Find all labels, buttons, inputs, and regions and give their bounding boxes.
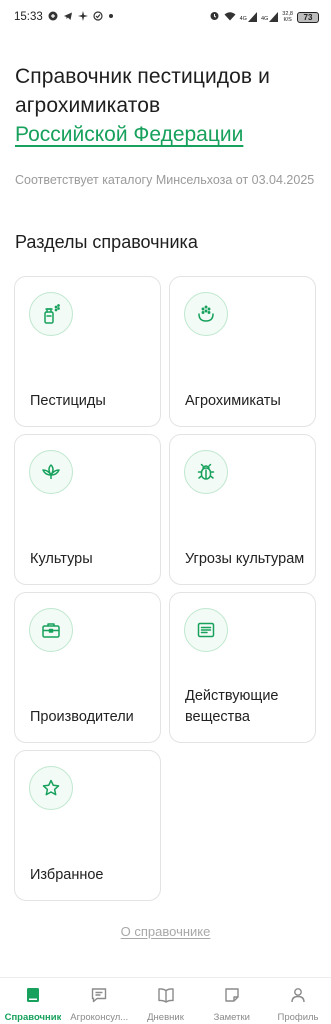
nav-item-profile[interactable]: Профиль xyxy=(265,978,331,1024)
section-card-active-substances[interactable]: Действующие вещества xyxy=(169,592,316,743)
signal-2-icon: 4G xyxy=(260,12,279,22)
bug-icon xyxy=(184,450,228,494)
nav-label: Заметки xyxy=(213,1012,250,1023)
network-speed: 32,8 К/S xyxy=(282,11,293,23)
nav-label: Дневник xyxy=(147,1012,184,1023)
sections-title: Разделы справочника xyxy=(15,232,198,252)
section-card-label: Производители xyxy=(30,709,134,725)
fertilizer-icon xyxy=(184,292,228,336)
nav-item-reference[interactable]: Справочник xyxy=(0,978,66,1024)
note-icon xyxy=(223,986,241,1009)
battery-icon: 73 xyxy=(297,11,319,23)
document-icon xyxy=(184,608,228,652)
nav-label: Справочник xyxy=(4,1012,62,1023)
star-icon xyxy=(29,766,73,810)
section-card-label: Культуры xyxy=(30,551,93,567)
chat-icon xyxy=(90,986,108,1009)
section-card-label: Угрозы культурам xyxy=(185,551,305,567)
bottom-nav: Справочник Агроконсул... Дневник Заметки… xyxy=(0,977,331,1024)
spray-bottle-icon xyxy=(29,292,73,336)
check-circle-icon xyxy=(93,10,103,24)
sparkle-icon xyxy=(77,10,88,24)
speed-unit: К/S xyxy=(283,17,292,23)
signal-1-icon: 4G xyxy=(240,12,257,22)
alarm-icon xyxy=(209,10,220,24)
section-card-label: Избранное xyxy=(30,867,104,883)
wifi-icon xyxy=(224,11,236,24)
page-title-accent: Российской Федерации xyxy=(15,123,244,146)
nav-label: Профиль xyxy=(277,1012,319,1023)
status-left: 15:33 xyxy=(14,10,114,24)
status-time: 15:33 xyxy=(14,11,43,23)
book-icon xyxy=(24,986,42,1009)
section-card-manufacturers[interactable]: Производители xyxy=(14,592,161,743)
nav-item-agroconsultant[interactable]: Агроконсул... xyxy=(66,978,132,1024)
about-link[interactable]: О справочнике xyxy=(0,924,331,939)
page-header: Справочник пестицидов и агрохимикатов Ро… xyxy=(15,62,320,189)
section-card-agrochemicals[interactable]: Агрохимикаты xyxy=(169,276,316,427)
plant-icon xyxy=(29,450,73,494)
section-card-pesticides[interactable]: Пестициды xyxy=(14,276,161,427)
page-title: Справочник пестицидов и агрохимикатов xyxy=(15,65,270,117)
section-card-label: Пестициды xyxy=(30,393,106,409)
user-icon xyxy=(289,986,307,1009)
nav-item-notes[interactable]: Заметки xyxy=(199,978,265,1024)
nav-label: Агроконсул... xyxy=(70,1012,129,1023)
section-card-crops[interactable]: Культуры xyxy=(14,434,161,585)
dot-icon xyxy=(108,11,114,24)
nav-item-diary[interactable]: Дневник xyxy=(133,978,199,1024)
telegram-icon xyxy=(63,11,73,24)
section-card-crop-threats[interactable]: Угрозы культурам xyxy=(169,434,316,585)
status-bar: 15:33 4G 4G 32,8 К/S 73 xyxy=(0,0,331,34)
open-book-icon xyxy=(157,986,175,1009)
network-type-1: 4G xyxy=(239,15,247,22)
page-subtitle: Соответствует каталогу Минсельхоза от 03… xyxy=(15,173,315,187)
section-card-label: Действующие вещества xyxy=(185,688,279,725)
status-right: 4G 4G 32,8 К/S 73 xyxy=(209,10,319,24)
section-card-label: Агрохимикаты xyxy=(185,393,281,409)
section-card-favorites[interactable]: Избранное xyxy=(14,750,161,901)
briefcase-icon xyxy=(29,608,73,652)
notification-icon xyxy=(48,11,58,24)
network-type-2: 4G xyxy=(260,15,269,22)
